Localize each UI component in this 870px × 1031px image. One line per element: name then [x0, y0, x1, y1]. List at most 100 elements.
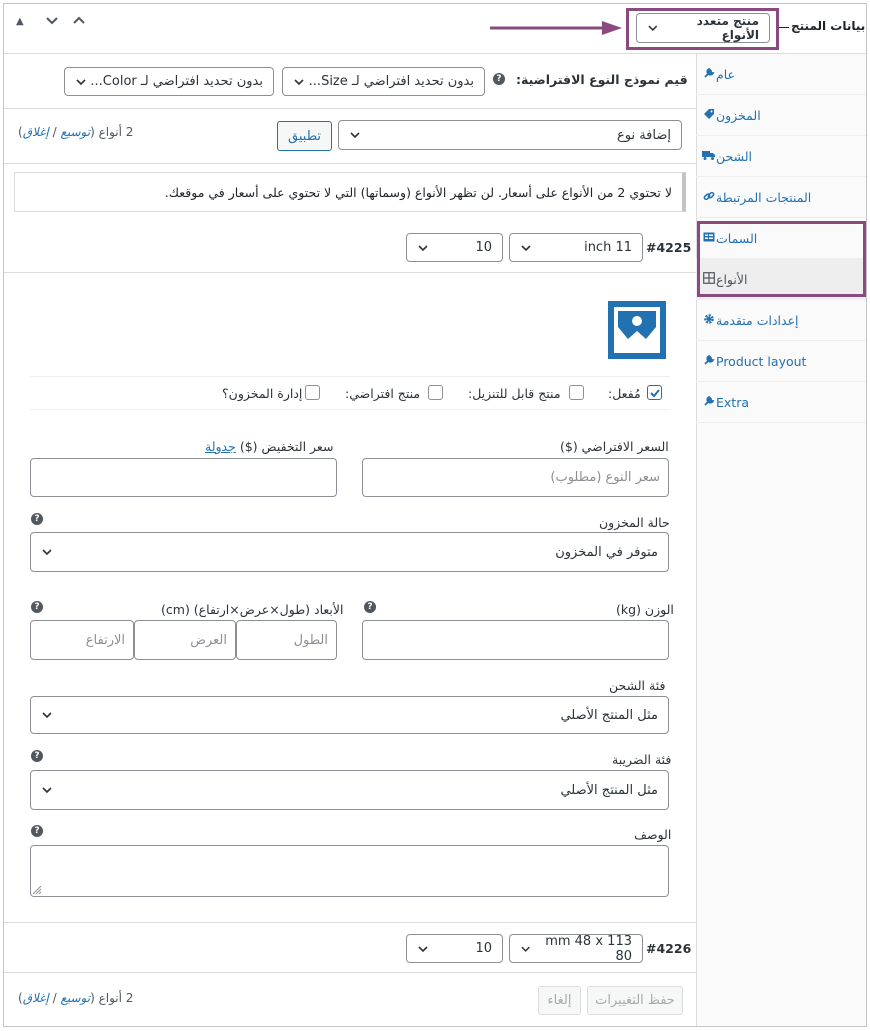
collapse-link[interactable]: إغلاق — [23, 991, 49, 1005]
enabled-label: مُفعل: — [608, 386, 641, 401]
variation-image-icon[interactable] — [608, 301, 666, 359]
attr-size-value: 113 mm 48 x 80 — [545, 933, 632, 964]
tax-class-select[interactable]: مثل المنتج الأصلي — [30, 770, 669, 810]
sep: / — [52, 125, 57, 139]
enabled-checkbox[interactable] — [647, 385, 662, 400]
shipping-class-value: مثل المنتج الأصلي — [560, 707, 658, 723]
default-color-select[interactable]: بدون تحديد افتراضي لـ Color... — [64, 67, 274, 96]
chevron-down-icon — [42, 549, 52, 556]
variation2-attr-color-select[interactable]: 10 — [406, 934, 503, 963]
variation-id: #4226 — [646, 941, 692, 956]
move-up-icon[interactable]: ▲ — [16, 16, 24, 27]
product-type-select[interactable]: منتج متعدد الأنواع — [636, 13, 770, 43]
stock-status-select[interactable]: متوفر في المخزون — [30, 532, 669, 572]
attr-color-value: 10 — [475, 240, 492, 255]
chevron-down-icon — [418, 945, 428, 952]
expand-link[interactable]: توسيع — [60, 991, 90, 1005]
downloadable-checkbox[interactable] — [569, 385, 584, 400]
downloadable-label: منتج قابل للتنزيل: — [468, 386, 561, 401]
help-icon[interactable]: ? — [31, 750, 43, 762]
divider — [4, 272, 696, 273]
variations-count-footer: 2 أنواع (توسيع / إغلاق) — [18, 991, 134, 1005]
divider — [4, 972, 696, 973]
chevron-down-icon — [350, 132, 360, 139]
default-size-select[interactable]: بدون تحديد افتراضي لـ Size... — [282, 67, 485, 96]
add-variation-select[interactable]: إضافة نوع — [338, 120, 682, 150]
apply-button[interactable]: تطبيق — [277, 121, 332, 151]
manage-stock-label: إدارة المخزون؟ — [222, 386, 303, 401]
variation-id: #4225 — [646, 240, 692, 255]
collapse-link[interactable]: إغلاق — [23, 125, 49, 139]
help-icon[interactable]: ? — [493, 73, 505, 85]
weight-input[interactable] — [362, 620, 669, 660]
wrench-icon — [702, 67, 716, 82]
default-values-label: قيم نموذج النوع الافتراضية: — [516, 72, 688, 87]
count-text: 2 أنواع — [98, 991, 134, 1005]
schedule-link[interactable]: جدولة — [205, 439, 236, 454]
resize-handle-icon[interactable] — [32, 885, 42, 895]
annotation-highlight-tabs — [697, 221, 866, 297]
attr-color-value: 10 — [475, 941, 492, 956]
variation-attr-color-select[interactable]: 10 — [406, 233, 503, 262]
save-changes-button[interactable]: حفظ التغييرات — [587, 986, 683, 1015]
expand-link[interactable]: توسيع — [60, 125, 90, 139]
divider — [4, 922, 696, 923]
divider — [30, 409, 670, 410]
tab-inventory[interactable]: المخزون — [696, 95, 866, 136]
manage-stock-checkbox[interactable] — [305, 385, 320, 400]
help-icon[interactable]: ? — [31, 601, 43, 613]
sale-price-input[interactable] — [30, 458, 337, 497]
height-input[interactable]: الارتفاع — [30, 620, 134, 660]
sale-price-label: سعر التخفيض ($) — [239, 439, 334, 454]
length-input[interactable]: الطول — [236, 620, 337, 660]
tab-linked-products[interactable]: المنتجات المرتبطة — [696, 177, 866, 218]
virtual-checkbox[interactable] — [428, 385, 443, 400]
sep: / — [52, 991, 57, 1005]
tab-product-layout[interactable]: Product layout — [696, 341, 866, 382]
default-size-value: بدون تحديد افتراضي لـ Size... — [308, 74, 474, 89]
tab-general[interactable]: عام — [696, 54, 866, 95]
chevron-down-icon — [76, 78, 86, 85]
regular-price-label: السعر الافتراضي ($) — [560, 439, 669, 454]
tab-extra[interactable]: Extra — [696, 382, 866, 423]
cancel-button[interactable]: إلغاء — [538, 986, 581, 1015]
description-textarea[interactable] — [30, 845, 669, 897]
panel-title: بيانات المنتج — [791, 19, 866, 33]
chevron-down-icon — [521, 244, 531, 251]
variation2-attr-size-select[interactable]: 113 mm 48 x 80 — [509, 933, 643, 964]
virtual-label: منتج افتراضي: — [345, 386, 421, 401]
default-color-value: بدون تحديد افتراضي لـ Color... — [90, 74, 263, 89]
tag-icon — [702, 108, 716, 123]
link-icon — [702, 190, 716, 205]
stock-status-label: حالة المخزون — [599, 515, 670, 530]
description-label: الوصف — [634, 827, 672, 842]
add-variation-value: إضافة نوع — [616, 127, 671, 143]
sale-price-row: سعر التخفيض ($) جدولة — [205, 439, 333, 454]
divider — [30, 376, 670, 377]
wrench-icon — [702, 354, 716, 369]
chevron-up-icon[interactable] — [71, 12, 87, 31]
truck-icon — [702, 149, 716, 164]
regular-price-input[interactable]: سعر النوع (مطلوب) — [362, 458, 669, 497]
attr-size-value: inch 11 — [584, 240, 632, 255]
chevron-down-icon — [294, 78, 304, 85]
tax-class-label: فئة الضريبة — [612, 752, 672, 767]
width-input[interactable]: العرض — [134, 620, 236, 660]
shipping-class-label: فئة الشحن — [609, 678, 666, 693]
chevron-down-icon[interactable] — [44, 12, 60, 32]
wrench-icon — [702, 395, 716, 410]
stock-status-value: متوفر في المخزون — [555, 544, 658, 560]
chevron-down-icon — [418, 244, 428, 251]
dimensions-label: الأبعاد (طول×عرض×ارتفاع) (cm) — [161, 602, 344, 617]
help-icon[interactable]: ? — [31, 513, 43, 525]
shipping-class-select[interactable]: مثل المنتج الأصلي — [30, 696, 669, 734]
tax-class-value: مثل المنتج الأصلي — [560, 782, 658, 798]
tab-advanced[interactable]: إعدادات متقدمة — [696, 300, 866, 341]
help-icon[interactable]: ? — [364, 601, 376, 613]
help-icon[interactable]: ? — [31, 825, 43, 837]
count-text: 2 أنواع — [98, 125, 134, 139]
product-type-value: منتج متعدد الأنواع — [696, 14, 759, 42]
variations-count: 2 أنواع (توسيع / إغلاق) — [18, 125, 134, 139]
variation-attr-size-select[interactable]: inch 11 — [509, 233, 643, 262]
tab-shipping[interactable]: الشحن — [696, 136, 866, 177]
